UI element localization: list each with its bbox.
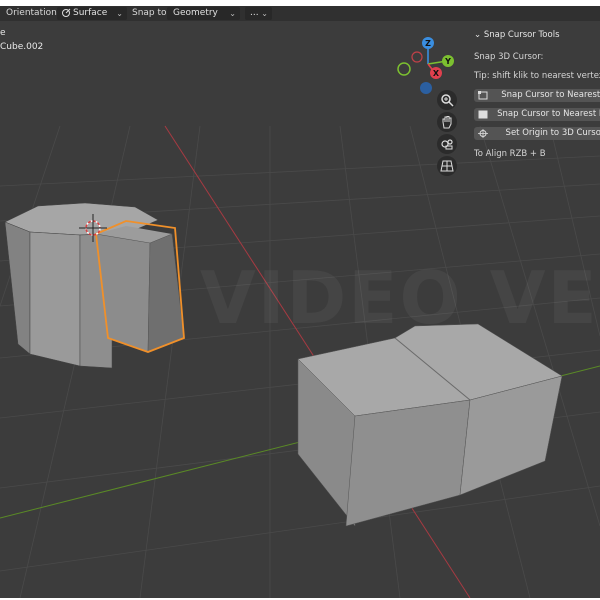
grid-icon [440,160,454,172]
panel-header[interactable]: ⌄ Snap Cursor Tools [474,30,560,40]
viewport-header: Orientation: Surface ⌄ Snap to: Geometry… [0,6,600,21]
orientation-dropdown[interactable]: Surface ⌄ [57,7,127,20]
gizmo-y-label: Y [444,57,451,66]
camera-icon [441,139,453,150]
snap-label: Snap to: [132,8,170,18]
snap-to-face-button[interactable]: Snap Cursor to Nearest Fac [474,108,600,121]
set-origin-button[interactable]: Set Origin to 3D Cursor [474,127,600,140]
chevron-down-icon: ⌄ [474,30,482,40]
cursor-icon [478,129,488,143]
navigation-gizmo[interactable]: Z Y X [397,37,454,94]
perspective-button[interactable] [437,156,457,176]
camera-button[interactable] [437,134,457,154]
extra-dropdown[interactable]: ... ⌄ [245,7,272,20]
panel-footer: To Align RZB + B [474,149,546,159]
panel-title: Snap Cursor Tools [483,30,560,40]
face-icon [478,110,488,124]
gizmo-z-label: Z [425,39,431,48]
orientation-icon [61,8,71,23]
snap-to-vertex-button[interactable]: Snap Cursor to Nearest V [474,89,600,102]
snap-cursor-panel: ⌄ Snap Cursor Tools Snap 3D Cursor: Tip:… [470,26,600,166]
extra-value: ... [250,8,259,18]
snap-to-face-label: Snap Cursor to Nearest Fac [497,109,600,119]
snap-dropdown[interactable]: Geometry ⌄ [167,7,240,20]
hand-icon [442,116,452,129]
watermark-text: VIDEO VERSION [200,256,600,340]
set-origin-label: Set Origin to 3D Cursor [505,128,600,138]
snap-value: Geometry [173,8,218,18]
pan-button[interactable] [437,112,457,132]
chevron-down-icon: ⌄ [261,9,268,18]
chevron-down-icon: ⌄ [116,9,123,18]
chevron-down-icon: ⌄ [229,9,236,18]
box-pair[interactable] [297,323,563,527]
blender-window: Z Y X VIDEO VERSION Orientation: Surface… [0,6,600,598]
zoom-button[interactable] [437,90,457,110]
zoom-icon [441,94,454,107]
viewport-info-line-1: e [0,28,6,38]
vertex-icon [478,91,488,105]
orientation-label: Orientation: [6,8,60,18]
panel-subtitle: Snap 3D Cursor: [474,52,544,62]
orientation-value: Surface [73,8,108,18]
panel-tip: Tip: shift klik to nearest vertex o [474,71,600,81]
selected-cube[interactable] [95,220,185,353]
active-object-name: Cube.002 [0,42,44,52]
snap-to-vertex-label: Snap Cursor to Nearest V [501,90,600,100]
gizmo-x-label: X [433,69,440,78]
